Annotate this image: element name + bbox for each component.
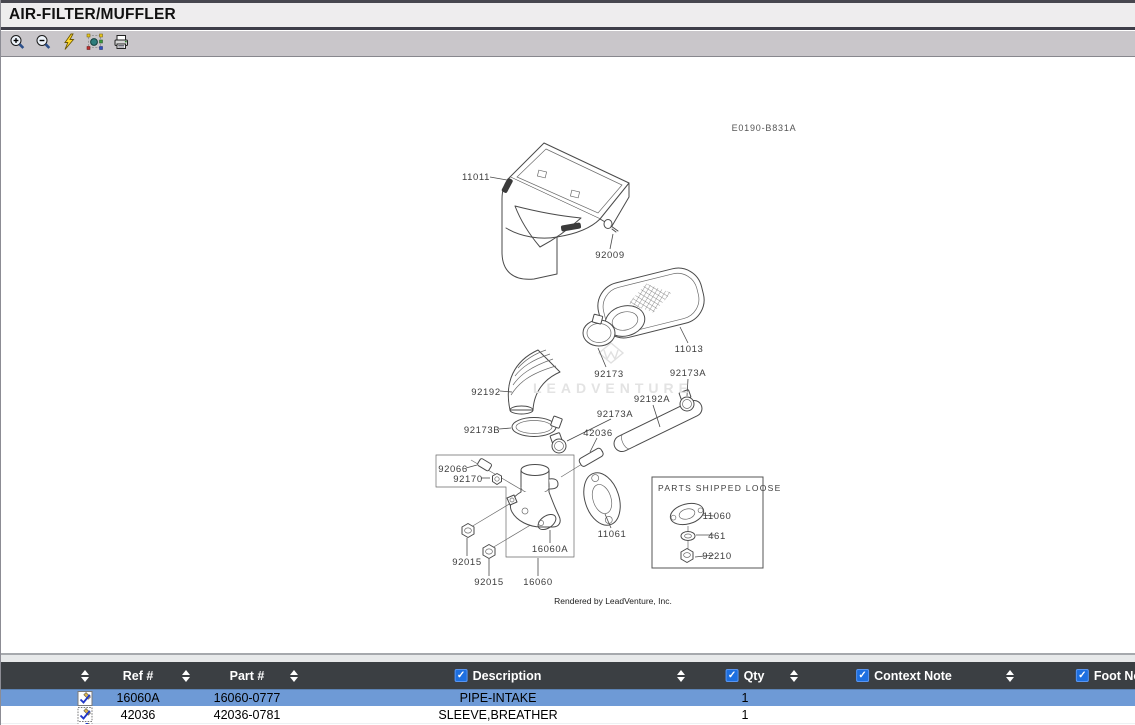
column-label: Part # (230, 669, 265, 683)
part-label[interactable]: 42036 (583, 428, 612, 439)
part-label[interactable]: 92192 (471, 387, 500, 398)
column-header-part[interactable]: Part # (230, 662, 265, 689)
sort-button[interactable] (790, 662, 798, 689)
column-header-qty[interactable]: Qty (726, 662, 765, 689)
part-label[interactable]: 11061 (598, 529, 627, 540)
context_note-column-checkbox[interactable] (856, 669, 869, 682)
table-row-partial[interactable] (1, 723, 1135, 724)
column-label: Foot Note (1094, 669, 1135, 683)
sort-button[interactable] (1006, 662, 1014, 689)
description-column-checkbox[interactable] (455, 669, 468, 682)
drawing-code: E0190-B831A (732, 123, 797, 133)
diagram-area: E0190-B831ALEADVENTURERendered by LeadVe… (1, 57, 1135, 654)
column-label: Ref # (123, 669, 154, 683)
sort-arrows-icon (81, 670, 89, 682)
zoom-in-icon (8, 33, 26, 54)
row-action-button[interactable] (78, 706, 93, 723)
parts-catalog-window: AIR-FILTER/MUFFLER (0, 0, 1135, 725)
zoom-out-icon (34, 33, 52, 54)
column-label: Context Note (874, 669, 952, 683)
sort-arrows-icon (1006, 670, 1014, 682)
row-action-button[interactable] (78, 690, 93, 706)
grid-body: 16060A 16060-0777 PIPE-INTAKE 1 42036 42036-0… (1, 689, 1135, 724)
cell-part: 42036-0781 (214, 706, 281, 723)
part-label[interactable]: 11013 (675, 344, 704, 355)
sort-arrows-icon (290, 670, 298, 682)
qty-column-checkbox[interactable] (726, 669, 739, 682)
page-title: AIR-FILTER/MUFFLER (9, 6, 176, 24)
part-clamp-92173A-mid (550, 433, 566, 453)
lightning-icon (60, 33, 78, 54)
part-label[interactable]: 92173 (594, 369, 623, 380)
part-label[interactable]: 92173A (597, 409, 633, 420)
zoom-out-button[interactable] (32, 33, 54, 55)
cell-qty: 1 (742, 690, 749, 706)
sort-arrows-icon (182, 670, 190, 682)
lightning-button[interactable] (58, 33, 80, 55)
row-action-button (78, 723, 93, 724)
part-screw-92009 (604, 220, 618, 233)
cell-description: PIPE-INTAKE (460, 690, 537, 706)
sort-button[interactable] (290, 662, 298, 689)
column-header-foot_note[interactable]: Foot Note (1076, 662, 1135, 689)
part-label[interactable]: 92015 (452, 557, 481, 568)
credit-line: Rendered by LeadVenture, Inc. (554, 596, 672, 606)
part-gasket-11061 (577, 468, 626, 530)
part-label[interactable]: 11060 (703, 511, 732, 522)
parts-box-title: PARTS SHIPPED LOOSE (658, 483, 782, 493)
sort-arrows-icon (790, 670, 798, 682)
titlebar: AIR-FILTER/MUFFLER (1, 3, 1135, 27)
column-header-description[interactable]: Description (455, 662, 542, 689)
part-label[interactable]: 92173A (670, 368, 706, 379)
part-label[interactable]: 92015 (474, 577, 503, 588)
toolbar (1, 30, 1135, 57)
part-label[interactable]: 92173B (464, 425, 500, 436)
table-row[interactable]: 42036 42036-0781 SLEEVE,BREATHER 1 (1, 706, 1135, 723)
cell-ref: 16060A (116, 690, 159, 706)
part-label[interactable]: 92170 (453, 474, 482, 485)
part-label[interactable]: 16060A (532, 544, 568, 555)
part-label[interactable]: 461 (708, 531, 726, 542)
part-label[interactable]: 92009 (595, 250, 624, 261)
sort-button[interactable] (677, 662, 685, 689)
sort-button[interactable] (182, 662, 190, 689)
cell-qty: 1 (742, 706, 749, 723)
part-label[interactable]: 92210 (702, 551, 731, 562)
sort-button[interactable] (81, 662, 89, 689)
part-label[interactable]: 16060 (523, 577, 552, 588)
parts-diagram: E0190-B831ALEADVENTURERendered by LeadVe… (1, 57, 1135, 654)
part-label[interactable]: 92192A (634, 394, 670, 405)
image-map-icon (86, 33, 104, 54)
foot_note-column-checkbox[interactable] (1076, 669, 1089, 682)
part-intake-pipe-16060 (507, 465, 560, 533)
column-label: Description (473, 669, 542, 683)
column-header-ref[interactable]: Ref # (123, 662, 154, 689)
cell-ref: 42036 (121, 706, 156, 723)
sort-arrows-icon (677, 670, 685, 682)
cell-description: SLEEVE,BREATHER (438, 706, 557, 723)
image-map-button[interactable] (84, 33, 106, 55)
column-header-context_note[interactable]: Context Note (856, 662, 952, 689)
print-button[interactable] (110, 33, 132, 55)
print-icon (112, 33, 130, 54)
grid-gap (1, 654, 1135, 662)
cell-part: 16060-0777 (214, 690, 281, 706)
part-label[interactable]: 11011 (462, 172, 490, 183)
part-clamp-92173B (512, 416, 562, 437)
zoom-in-button[interactable] (6, 33, 28, 55)
grid-header: Ref # Part # Description Qty Context Note Foo… (1, 662, 1135, 689)
table-row[interactable]: 16060A 16060-0777 PIPE-INTAKE 1 (1, 689, 1135, 706)
column-label: Qty (744, 669, 765, 683)
